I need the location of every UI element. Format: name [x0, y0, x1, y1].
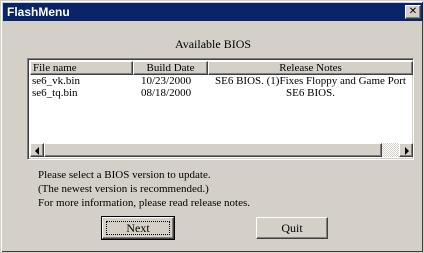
list-rows: se6_vk.bin 10/23/2000 SE6 BIOS. (1)Fixes…: [30, 75, 413, 99]
cell-file-name: se6_vk.bin: [32, 75, 80, 87]
quit-button[interactable]: Quit: [256, 217, 328, 239]
list-item[interactable]: se6_vk.bin 10/23/2000 SE6 BIOS. (1)Fixes…: [30, 75, 413, 87]
next-button[interactable]: Next: [101, 216, 175, 240]
list-header: File name Build Date Release Notes: [30, 61, 413, 75]
cell-release-notes: SE6 BIOS.: [286, 87, 335, 99]
cell-file-name: se6_tq.bin: [32, 87, 78, 99]
horizontal-scrollbar[interactable]: [30, 143, 413, 157]
quit-button-label: Quit: [281, 221, 303, 235]
cell-build-date: 10/23/2000: [141, 75, 192, 87]
title-bar[interactable]: FlashMenu ✕: [3, 3, 423, 21]
cell-release-notes: SE6 BIOS. (1)Fixes Floppy and Game Port: [215, 75, 406, 87]
bios-list[interactable]: File name Build Date Release Notes se6_v…: [27, 58, 414, 160]
arrow-left-icon: [35, 147, 39, 155]
cell-build-date: 08/18/2000: [141, 87, 192, 99]
close-button[interactable]: ✕: [405, 5, 421, 19]
window-title: FlashMenu: [7, 5, 70, 19]
instructions: Please select a BIOS version to update. …: [38, 168, 398, 210]
scrollbar-thumb[interactable]: [44, 143, 382, 157]
scroll-left-button[interactable]: [30, 143, 44, 157]
instruction-line: (The newest version is recommended.): [38, 183, 209, 195]
list-item[interactable]: se6_tq.bin 08/18/2000 SE6 BIOS.: [30, 87, 413, 99]
column-header-release-notes[interactable]: Release Notes: [208, 61, 413, 75]
close-icon: ✕: [408, 6, 418, 17]
column-header-build-date[interactable]: Build Date: [133, 61, 208, 75]
scroll-right-button[interactable]: [399, 143, 413, 157]
next-button-label: Next: [126, 221, 150, 235]
arrow-right-icon: [405, 147, 409, 155]
instruction-line: For more information, please read releas…: [38, 197, 250, 209]
available-bios-heading: Available BIOS: [174, 37, 252, 51]
instruction-line: Please select a BIOS version to update.: [38, 169, 211, 181]
column-header-file-name[interactable]: File name: [30, 61, 133, 75]
flashmenu-window: FlashMenu ✕ Available BIOS File name Bui…: [0, 0, 424, 253]
